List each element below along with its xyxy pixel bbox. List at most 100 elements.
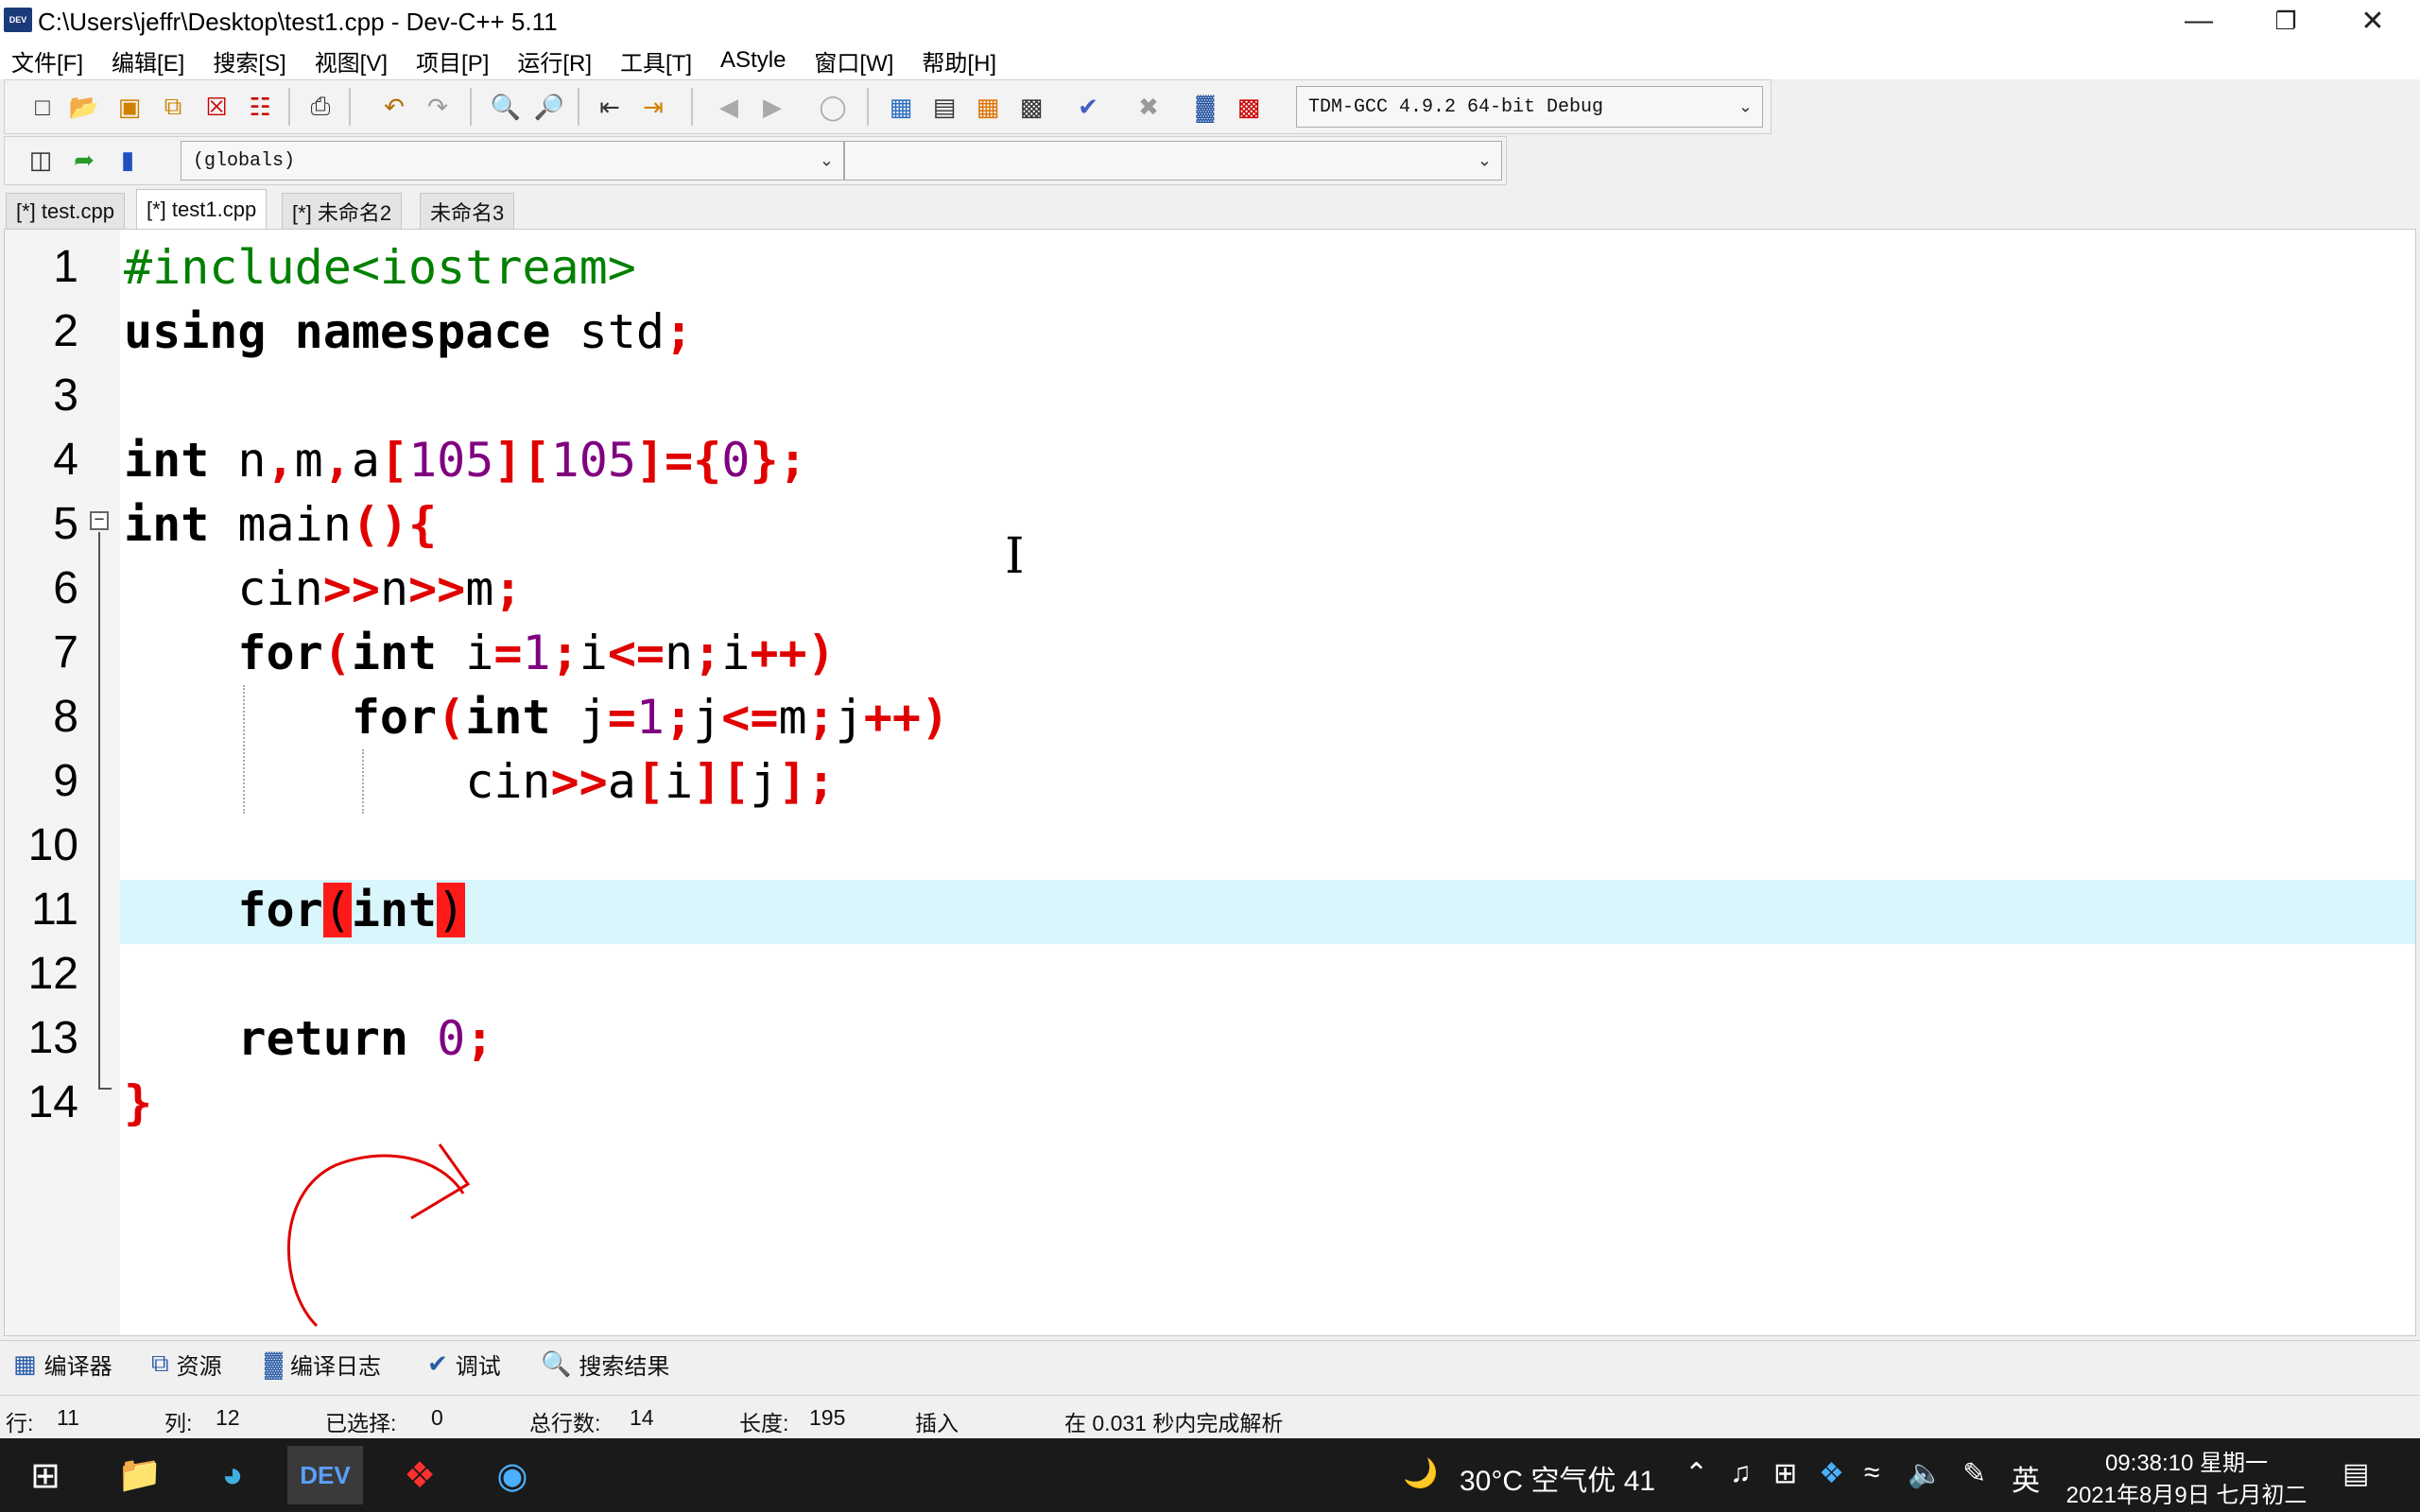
taskbar-pdf-reader[interactable]: ❖: [382, 1446, 458, 1504]
menu-search[interactable]: 搜索[S]: [213, 44, 285, 77]
fold-collapse-icon[interactable]: −: [90, 511, 109, 530]
network-icon[interactable]: ≈: [1864, 1457, 1879, 1489]
undo-button[interactable]: ↶: [375, 88, 413, 126]
stop-button[interactable]: ✖: [1130, 88, 1167, 126]
tab-untitled2[interactable]: [*] 未命名2: [282, 193, 403, 229]
line-number: 9: [53, 756, 78, 806]
back-icon: ◀: [719, 92, 738, 121]
prev-button[interactable]: ◀: [710, 88, 748, 126]
bluetooth-icon[interactable]: ❖: [1819, 1457, 1844, 1490]
menu-project[interactable]: 项目[P]: [416, 44, 489, 77]
code-text: cin>>n>>m;: [124, 561, 523, 616]
redo-button[interactable]: ↷: [419, 88, 457, 126]
syntax-check-button[interactable]: ✔: [1069, 88, 1107, 126]
taskbar-app[interactable]: ◉: [475, 1446, 550, 1504]
compile-run-button[interactable]: ▦: [969, 88, 1007, 126]
tab-search-results[interactable]: 🔍 搜索结果: [541, 1347, 669, 1381]
menu-view[interactable]: 视图[V]: [315, 44, 388, 77]
file-tabs: [*] test.cpp [*] test1.cpp [*] 未命名2 未命名3: [0, 189, 2420, 229]
weather-text[interactable]: 30°C 空气优 41: [1460, 1457, 1655, 1499]
checkmark-icon: ✔: [1078, 92, 1098, 121]
insert-button[interactable]: ◫: [22, 141, 60, 179]
code-text: for(int): [237, 883, 466, 937]
toggle-bookmark-button[interactable]: ◯: [814, 88, 852, 126]
replace-button[interactable]: 🔎: [530, 88, 568, 126]
open-button[interactable]: 📂: [65, 88, 103, 126]
menu-astyle[interactable]: AStyle: [720, 47, 786, 74]
globe-app-icon: ◉: [496, 1455, 528, 1496]
compile-button[interactable]: ▦: [882, 88, 920, 126]
save-button[interactable]: ▣: [111, 88, 148, 126]
menu-file[interactable]: 文件[F]: [11, 44, 83, 77]
notification-icon[interactable]: ▤: [2342, 1457, 2369, 1490]
status-parse-message: 在 0.031 秒内完成解析: [1064, 1411, 1284, 1435]
print-button[interactable]: ⎙: [302, 88, 339, 126]
fold-line: [98, 532, 100, 1090]
menu-window[interactable]: 窗口[W]: [814, 44, 893, 77]
taskbar-file-explorer[interactable]: 📁: [102, 1446, 178, 1504]
taskbar-edge[interactable]: ◕: [195, 1446, 270, 1504]
search-icon: 🔍: [541, 1349, 572, 1378]
clock-time[interactable]: 09:38:10 星期一: [2063, 1444, 2310, 1477]
profile-button[interactable]: ▓: [1186, 88, 1224, 126]
menu-edit[interactable]: 编辑[E]: [112, 44, 184, 77]
close-all-button[interactable]: ☷: [241, 88, 279, 126]
menu-run[interactable]: 运行[R]: [517, 44, 592, 77]
find-button[interactable]: 🔍: [487, 88, 525, 126]
delete-profile-button[interactable]: ▩: [1230, 88, 1268, 126]
minimize-button[interactable]: —: [2155, 0, 2242, 42]
rebuild-button[interactable]: ▩: [1012, 88, 1050, 126]
pen-icon[interactable]: ✎: [1962, 1457, 1986, 1490]
status-row-label: 行:: [6, 1411, 34, 1435]
goto-button[interactable]: ➦: [65, 141, 103, 179]
chevron-down-icon: ⌄: [1737, 96, 1753, 117]
close-file-button[interactable]: ☒: [198, 88, 235, 126]
class-toolbar: ◫ ➦ ▮ (globals) ⌄ ⌄: [4, 136, 1507, 185]
toolbar-separator: [867, 88, 869, 126]
run-button[interactable]: ▤: [925, 88, 963, 126]
save-all-button[interactable]: ⧉: [154, 88, 192, 126]
windows-logo-icon: ⊞: [30, 1455, 60, 1496]
bookmark-toggle-button[interactable]: ▮: [109, 141, 147, 179]
replace-icon: 🔎: [533, 92, 565, 121]
menu-tools[interactable]: 工具[T]: [620, 44, 692, 77]
main-toolbar: □ 📂 ▣ ⧉ ☒ ☷ ⎙ ↶ ↷ 🔍 🔎 ⇤ ⇥ ◀ ▶ ◯ ▦ ▤ ▦ ▩ …: [4, 79, 1772, 134]
compiler-select[interactable]: TDM-GCC 4.9.2 64-bit Debug ⌄: [1296, 86, 1763, 128]
status-lines-value: 14: [630, 1405, 654, 1430]
minimize-icon: —: [2185, 5, 2213, 36]
next-button[interactable]: ▶: [753, 88, 791, 126]
hand-drawn-arrow-annotation: [287, 1143, 471, 1328]
close-button[interactable]: ✕: [2329, 0, 2416, 42]
tab-resources[interactable]: ⧉ 资源: [151, 1347, 222, 1381]
volume-icon[interactable]: 🔈: [1908, 1457, 1943, 1490]
chart-icon: ▓: [265, 1349, 283, 1378]
indent-button[interactable]: ⇤: [591, 88, 629, 126]
code-text: for(int i=1;i<=n;i++): [237, 626, 836, 680]
code-text: }: [124, 1075, 153, 1130]
save-icon: ▣: [117, 92, 142, 121]
tab-test1-cpp[interactable]: [*] test1.cpp: [136, 189, 268, 229]
clock-date[interactable]: 2021年8月9日 七月初二: [2063, 1476, 2310, 1509]
tray-app-icon[interactable]: ⊞: [1773, 1457, 1797, 1490]
code-editor[interactable]: 1 #include<iostream> 2 using namespace s…: [4, 229, 2416, 1336]
member-select[interactable]: ⌄: [844, 141, 1502, 180]
tab-test-cpp[interactable]: [*] test.cpp: [6, 193, 125, 229]
restore-button[interactable]: ❐: [2242, 0, 2329, 42]
scope-select[interactable]: (globals) ⌄: [181, 141, 844, 180]
tab-compile-log[interactable]: ▓ 编译日志: [265, 1347, 381, 1381]
goto-icon: ➦: [74, 145, 95, 174]
menu-help[interactable]: 帮助[H]: [922, 44, 996, 77]
weather-moon-icon[interactable]: 🌙: [1403, 1457, 1438, 1490]
taskbar-devcpp[interactable]: DEV: [287, 1446, 363, 1504]
window-title: C:\Users\jeffr\Desktop\test1.cpp - Dev-C…: [38, 8, 558, 36]
tab-compiler[interactable]: ▦ 编译器: [13, 1347, 112, 1381]
ime-indicator[interactable]: 英: [2012, 1457, 2040, 1499]
status-insert-mode: 插入: [915, 1411, 959, 1435]
tab-debug[interactable]: ✔ 调试: [427, 1347, 501, 1381]
microphone-icon[interactable]: ♫: [1730, 1457, 1752, 1489]
tab-untitled3[interactable]: 未命名3: [420, 193, 515, 229]
tray-overflow-chevron-icon[interactable]: ⌃: [1685, 1457, 1708, 1490]
new-file-button[interactable]: □: [24, 88, 61, 126]
unindent-button[interactable]: ⇥: [634, 88, 672, 126]
start-button[interactable]: ⊞: [8, 1446, 83, 1504]
